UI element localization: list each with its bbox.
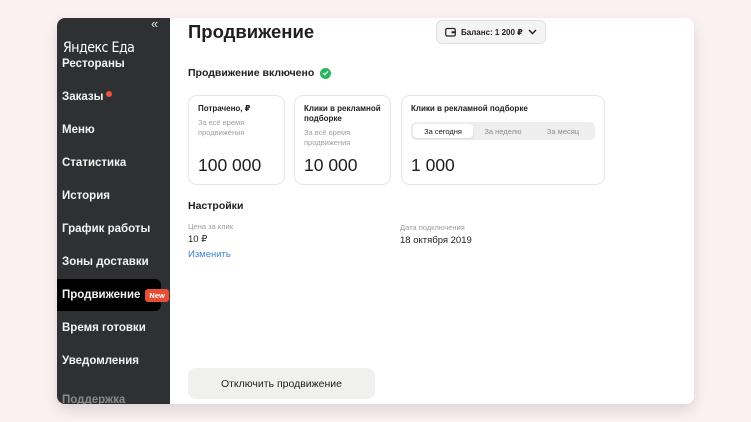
- sidebar: Яндекс Еда « Рестораны Заказы Меню Стати…: [57, 18, 170, 404]
- change-price-link[interactable]: Изменить: [188, 249, 231, 260]
- notification-dot: [106, 90, 113, 97]
- card-subtitle: За всё время продвижения: [304, 128, 351, 147]
- card-value: 10 000: [304, 155, 358, 175]
- tab-week[interactable]: За неделю: [473, 124, 533, 138]
- new-badge: New: [145, 288, 169, 302]
- chevron-down-icon: [528, 29, 537, 35]
- main-content: Продвижение Баланс: 1 200 ₽ Продвижение …: [170, 18, 694, 404]
- sidebar-item-delivery-zones[interactable]: Зоны доставки: [57, 246, 161, 278]
- card-title: Клики в рекламной подборке: [304, 104, 381, 123]
- check-circle-icon: [320, 67, 332, 79]
- disable-promotion-button[interactable]: Отключить продвижение: [188, 368, 375, 399]
- clicks-period-card: Клики в рекламной подборке За сегодня За…: [401, 95, 605, 185]
- sidebar-item-schedule[interactable]: График работы: [57, 213, 161, 245]
- sidebar-item-menu[interactable]: Меню: [57, 114, 161, 146]
- settings-title: Настройки: [188, 200, 244, 212]
- sidebar-item-restaurants[interactable]: Рестораны: [57, 48, 161, 80]
- app-window: Яндекс Еда « Рестораны Заказы Меню Стати…: [57, 18, 694, 404]
- sidebar-item-label: Время готовки: [62, 322, 146, 334]
- date-value: 18 октября 2019: [400, 235, 472, 246]
- sidebar-item-label: Заказы: [62, 91, 104, 103]
- sidebar-item-label: Статистика: [62, 157, 127, 169]
- wallet-icon: [445, 27, 456, 37]
- card-title: Клики в рекламной подборке: [411, 104, 528, 113]
- balance-label: Баланс: 1 200 ₽: [461, 27, 523, 37]
- sidebar-item-label: Меню: [62, 124, 95, 136]
- sidebar-item-label: Уведомления: [62, 355, 139, 367]
- card-value: 100 000: [198, 155, 262, 175]
- collapse-sidebar-icon[interactable]: «: [151, 18, 158, 30]
- sidebar-item-cooking-time[interactable]: Время готовки: [57, 312, 161, 344]
- sidebar-item-statistics[interactable]: Статистика: [57, 147, 161, 179]
- sidebar-item-label: Рестораны: [62, 58, 125, 70]
- sidebar-item-orders[interactable]: Заказы: [57, 81, 161, 113]
- sidebar-item-support[interactable]: Поддержка: [62, 394, 125, 404]
- sidebar-item-label: История: [62, 190, 110, 202]
- sidebar-item-label: Зоны доставки: [62, 256, 149, 268]
- tab-today[interactable]: За сегодня: [413, 124, 473, 138]
- card-value: 1 000: [411, 155, 455, 175]
- price-label: Цена за клик: [188, 222, 234, 231]
- sidebar-item-history[interactable]: История: [57, 180, 161, 212]
- card-title: Потрачено, ₽: [198, 104, 251, 113]
- spent-card: Потрачено, ₽ За всё время продвижения 10…: [188, 95, 285, 185]
- card-subtitle: За всё время продвижения: [198, 118, 245, 137]
- price-value: 10 ₽: [188, 234, 208, 245]
- sidebar-item-promotion[interactable]: Продвижение New: [57, 279, 169, 311]
- status-text: Продвижение включено: [188, 67, 315, 79]
- promotion-status: Продвижение включено: [188, 67, 332, 79]
- sidebar-item-notifications[interactable]: Уведомления: [57, 345, 161, 377]
- sidebar-item-label: Продвижение: [62, 289, 141, 301]
- page-title: Продвижение: [188, 21, 315, 42]
- tab-month[interactable]: За месяц: [533, 124, 593, 138]
- sidebar-item-label: График работы: [62, 223, 151, 235]
- clicks-total-card: Клики в рекламной подборке За всё время …: [294, 95, 391, 185]
- balance-dropdown[interactable]: Баланс: 1 200 ₽: [436, 20, 546, 44]
- period-switch: За сегодня За неделю За месяц: [411, 122, 595, 140]
- date-label: Дата подключения: [400, 223, 465, 232]
